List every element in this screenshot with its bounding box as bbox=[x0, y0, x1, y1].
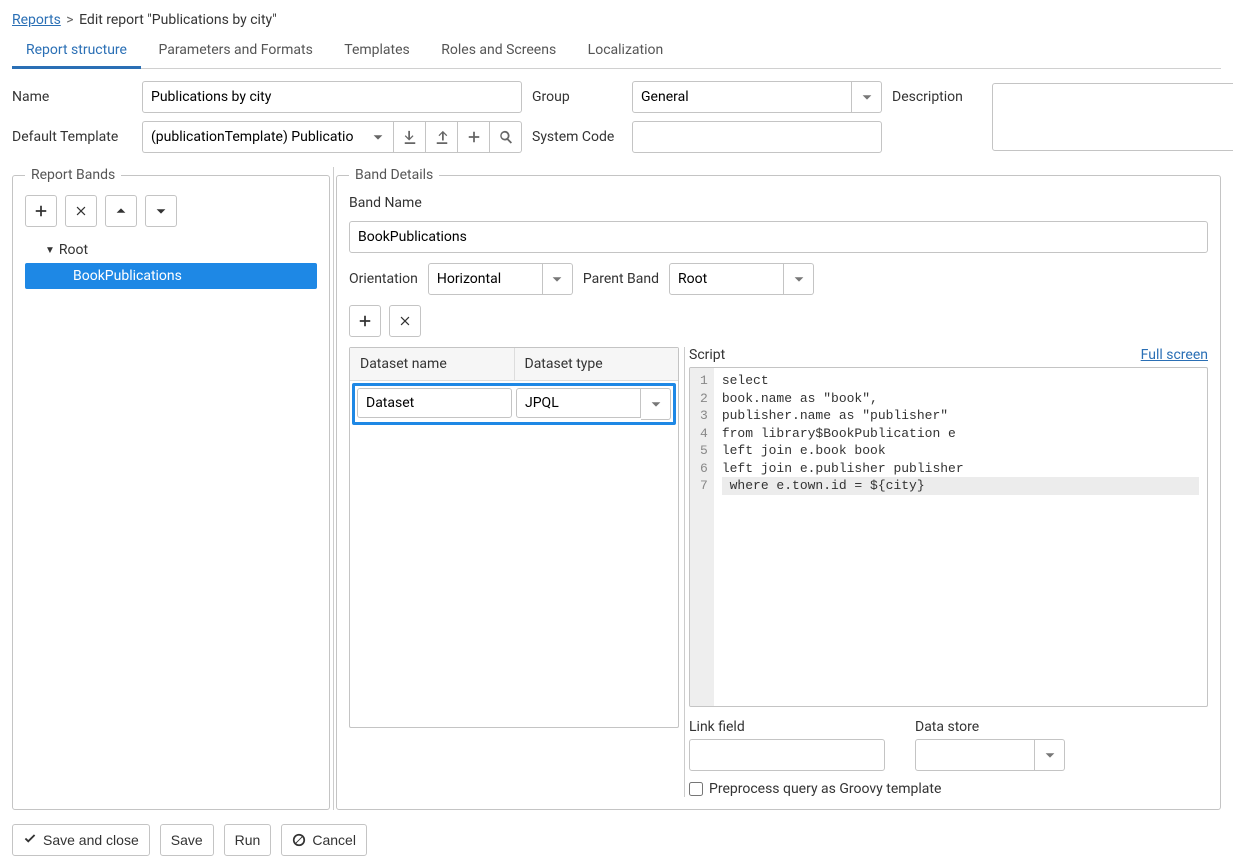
check-icon bbox=[23, 833, 37, 847]
code-line[interactable]: left join e.book book bbox=[722, 442, 1199, 460]
dataset-row-selected[interactable] bbox=[352, 383, 676, 425]
cancel-button[interactable]: Cancel bbox=[281, 824, 367, 856]
dataset-col-name: Dataset name bbox=[350, 348, 515, 380]
save-and-close-button[interactable]: Save and close bbox=[12, 824, 150, 856]
tab-bar: Report structure Parameters and Formats … bbox=[12, 34, 1221, 69]
plus-icon bbox=[34, 204, 48, 218]
form-top: Name Group Description Default Template … bbox=[12, 81, 1221, 153]
dataset-table: Dataset name Dataset type bbox=[349, 347, 679, 728]
group-select-value[interactable] bbox=[632, 81, 852, 113]
dataset-col-type: Dataset type bbox=[515, 348, 679, 380]
band-details-legend: Band Details bbox=[349, 167, 439, 183]
code-lines[interactable]: selectbook.name as "book",publisher.name… bbox=[714, 368, 1207, 706]
cancel-label: Cancel bbox=[312, 832, 356, 848]
run-button[interactable]: Run bbox=[224, 824, 272, 856]
line-gutter: 1234567 bbox=[690, 368, 714, 706]
system-code-input[interactable] bbox=[632, 121, 882, 153]
parent-band-label: Parent Band bbox=[583, 271, 659, 287]
run-label: Run bbox=[235, 832, 261, 848]
group-label: Group bbox=[532, 89, 622, 105]
full-screen-link[interactable]: Full screen bbox=[1141, 347, 1208, 363]
close-icon bbox=[398, 314, 412, 328]
code-line[interactable]: from library$BookPublication e bbox=[722, 425, 1199, 443]
name-input[interactable] bbox=[142, 81, 522, 113]
download-icon[interactable] bbox=[394, 121, 426, 153]
chevron-up-icon bbox=[114, 204, 128, 218]
default-template-input[interactable] bbox=[142, 121, 362, 153]
orientation-select[interactable] bbox=[428, 263, 573, 295]
code-line[interactable]: left join e.publisher publisher bbox=[722, 460, 1199, 478]
orientation-label: Orientation bbox=[349, 271, 418, 287]
code-line[interactable]: select bbox=[722, 372, 1199, 390]
tab-roles-screens[interactable]: Roles and Screens bbox=[427, 34, 570, 66]
breadcrumb-root-link[interactable]: Reports bbox=[12, 12, 61, 28]
report-bands-panel: Report Bands ▼ Root BookPublic bbox=[12, 167, 330, 810]
detail-divider[interactable] bbox=[679, 347, 689, 797]
breadcrumb: Reports > Edit report "Publications by c… bbox=[12, 12, 1221, 28]
move-up-button[interactable] bbox=[105, 195, 137, 227]
caret-down-icon: ▼ bbox=[45, 245, 55, 256]
bands-tree: ▼ Root BookPublications bbox=[25, 237, 317, 289]
tree-node-bookpublications[interactable]: BookPublications bbox=[25, 263, 317, 289]
band-details-panel: Band Details Band Name Orientation Paren… bbox=[336, 167, 1221, 810]
prohibit-icon bbox=[292, 833, 306, 847]
code-line[interactable]: publisher.name as "publisher" bbox=[722, 407, 1199, 425]
band-name-label: Band Name bbox=[349, 195, 422, 211]
system-code-label: System Code bbox=[532, 129, 622, 145]
tree-node-label: Root bbox=[59, 242, 88, 258]
parent-band-select[interactable] bbox=[669, 263, 814, 295]
dataset-type-value[interactable] bbox=[516, 388, 641, 418]
dataset-name-input[interactable] bbox=[357, 388, 512, 418]
chevron-down-icon[interactable] bbox=[852, 81, 882, 113]
plus-icon[interactable] bbox=[458, 121, 490, 153]
group-select[interactable] bbox=[632, 81, 882, 113]
band-name-input[interactable] bbox=[349, 221, 1208, 253]
upload-icon[interactable] bbox=[426, 121, 458, 153]
chevron-down-icon[interactable] bbox=[362, 121, 394, 153]
link-field-label: Link field bbox=[689, 719, 885, 735]
chevron-down-icon[interactable] bbox=[784, 263, 814, 295]
script-editor[interactable]: 1234567 selectbook.name as "book",publis… bbox=[689, 367, 1208, 707]
tab-templates[interactable]: Templates bbox=[330, 34, 424, 66]
tab-localization[interactable]: Localization bbox=[574, 34, 678, 66]
add-dataset-button[interactable] bbox=[349, 305, 381, 337]
breadcrumb-current: Edit report "Publications by city" bbox=[79, 12, 277, 28]
tree-node-label: BookPublications bbox=[73, 268, 182, 284]
data-store-label: Data store bbox=[915, 719, 1065, 735]
tree-node-root[interactable]: ▼ Root bbox=[25, 237, 317, 263]
save-label: Save bbox=[171, 832, 203, 848]
tab-report-structure[interactable]: Report structure bbox=[12, 34, 141, 69]
search-icon[interactable] bbox=[490, 121, 522, 153]
parent-band-select-value[interactable] bbox=[669, 263, 784, 295]
default-template-group bbox=[142, 121, 522, 153]
save-and-close-label: Save and close bbox=[43, 832, 139, 848]
chevron-down-icon bbox=[154, 204, 168, 218]
description-label: Description bbox=[892, 89, 982, 105]
move-down-button[interactable] bbox=[145, 195, 177, 227]
report-bands-legend: Report Bands bbox=[25, 167, 121, 183]
footer-buttons: Save and close Save Run Cancel bbox=[12, 824, 1221, 856]
chevron-down-icon[interactable] bbox=[543, 263, 573, 295]
preprocess-checkbox[interactable] bbox=[689, 782, 703, 796]
orientation-select-value[interactable] bbox=[428, 263, 543, 295]
description-textarea[interactable] bbox=[992, 83, 1233, 151]
remove-dataset-button[interactable] bbox=[389, 305, 421, 337]
default-template-label: Default Template bbox=[12, 129, 132, 145]
script-label: Script bbox=[689, 347, 725, 363]
chevron-down-icon[interactable] bbox=[641, 388, 671, 420]
save-button[interactable]: Save bbox=[160, 824, 214, 856]
breadcrumb-sep: > bbox=[66, 12, 73, 28]
name-label: Name bbox=[12, 89, 132, 105]
preprocess-label: Preprocess query as Groovy template bbox=[709, 781, 941, 797]
add-band-button[interactable] bbox=[25, 195, 57, 227]
code-line[interactable]: where e.town.id = ${city} bbox=[722, 477, 1199, 495]
remove-band-button[interactable] bbox=[65, 195, 97, 227]
code-line[interactable]: book.name as "book", bbox=[722, 390, 1199, 408]
tab-parameters-formats[interactable]: Parameters and Formats bbox=[144, 34, 326, 66]
close-icon bbox=[74, 204, 88, 218]
dataset-type-select[interactable] bbox=[516, 388, 671, 420]
plus-icon bbox=[358, 314, 372, 328]
